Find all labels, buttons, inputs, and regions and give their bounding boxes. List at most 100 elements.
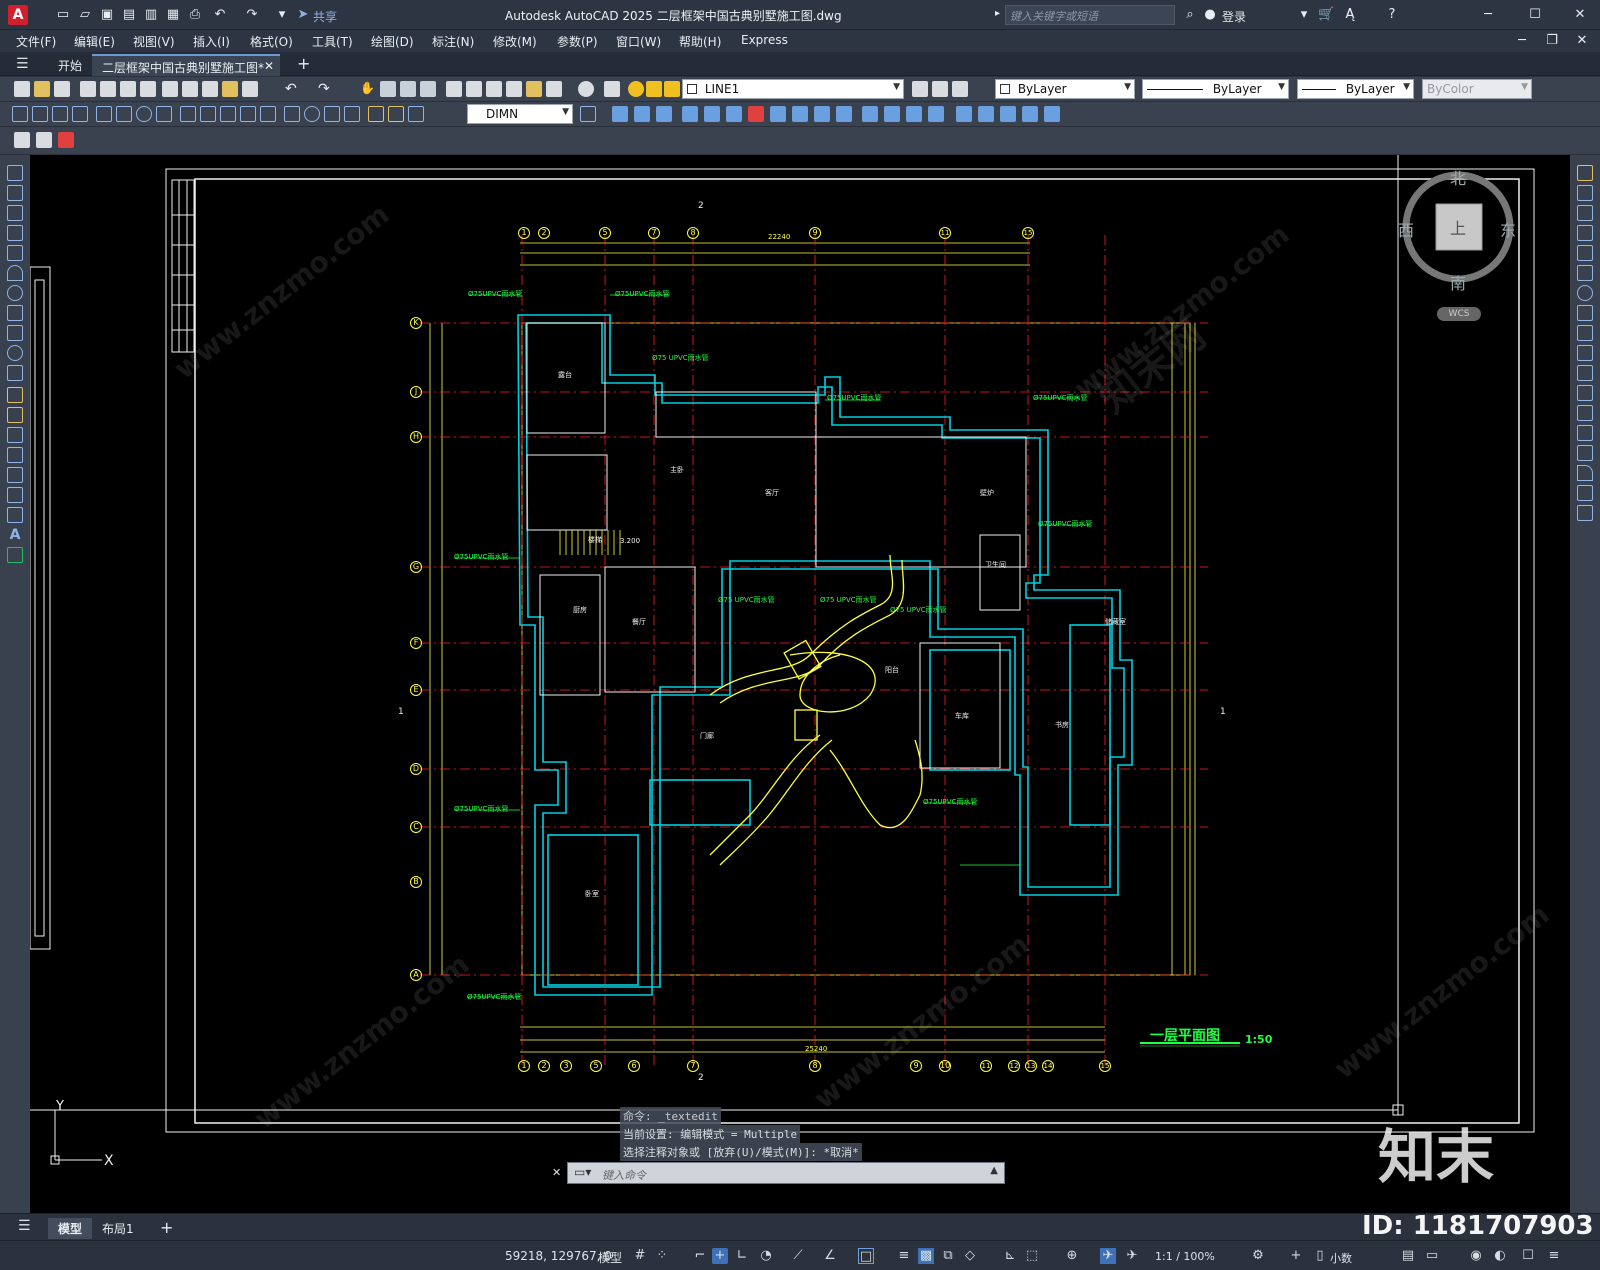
- doc-close-button[interactable]: ✕: [1572, 31, 1592, 51]
- dynamic-ucs-icon[interactable]: ⊾: [1002, 1248, 1018, 1264]
- customize-icon[interactable]: ≡: [1546, 1248, 1562, 1264]
- login-dropdown-icon[interactable]: ▾: [1296, 7, 1312, 23]
- menu-help[interactable]: 帮助(H): [679, 33, 721, 50]
- menu-view[interactable]: 视图(V): [133, 33, 175, 50]
- gizmo-icon[interactable]: ⊕: [1064, 1248, 1080, 1264]
- close-command-icon[interactable]: ✕: [552, 1166, 561, 1179]
- menu-tools[interactable]: 工具(T): [312, 33, 353, 50]
- search-icon[interactable]: ⌕: [1182, 7, 1198, 23]
- open-web-icon[interactable]: ▥: [143, 7, 159, 23]
- dim-edit-icon[interactable]: [368, 106, 384, 122]
- menu-format[interactable]: 格式(O): [250, 33, 293, 50]
- trim-icon[interactable]: [1577, 345, 1593, 361]
- viewcube-west[interactable]: 西: [1398, 217, 1414, 241]
- osnap-icon[interactable]: □: [858, 1248, 874, 1264]
- layer-unlock-icon[interactable]: [664, 81, 680, 97]
- ordinate-icon[interactable]: [72, 106, 88, 122]
- ellipse-arc-icon[interactable]: [7, 365, 23, 381]
- make-block-icon[interactable]: [7, 407, 23, 423]
- layout-icon[interactable]: [36, 132, 52, 148]
- stretch-icon[interactable]: [1577, 325, 1593, 341]
- erase-icon[interactable]: [748, 106, 764, 122]
- close-button[interactable]: ✕: [1570, 5, 1590, 25]
- circle-icon[interactable]: [7, 285, 23, 301]
- polygon-icon[interactable]: [7, 225, 23, 241]
- tab-start[interactable]: 开始: [48, 54, 92, 76]
- scale-icon[interactable]: [1577, 305, 1593, 321]
- blend-icon[interactable]: [1577, 485, 1593, 501]
- spline-icon[interactable]: [7, 325, 23, 341]
- array-icon[interactable]: [682, 106, 698, 122]
- extend-icon[interactable]: [1577, 365, 1593, 381]
- doc-minimize-button[interactable]: ─: [1512, 31, 1532, 51]
- arc-icon[interactable]: [7, 265, 23, 281]
- dynamic-input-icon[interactable]: +: [712, 1248, 728, 1264]
- angular-icon[interactable]: [156, 106, 172, 122]
- layer-thaw-icon[interactable]: [646, 81, 662, 97]
- copy-obj-icon[interactable]: [612, 106, 628, 122]
- viewcube-top[interactable]: 上: [1450, 215, 1466, 239]
- autodesk-account-icon[interactable]: Ą: [1342, 7, 1358, 23]
- tab-current-drawing[interactable]: 二层框架中国古典别墅施工图* ✕: [92, 54, 280, 76]
- open-icon[interactable]: [34, 81, 50, 97]
- offset-icon[interactable]: [656, 106, 672, 122]
- ellipse-icon[interactable]: [7, 345, 23, 361]
- hatch-edit-icon[interactable]: [1022, 106, 1038, 122]
- share-icon[interactable]: ➤: [295, 7, 311, 23]
- layer-dropdown[interactable]: LINE1 ▼: [682, 79, 904, 99]
- infer-icon[interactable]: ⌐: [692, 1248, 708, 1264]
- diameter-icon[interactable]: [136, 106, 152, 122]
- undo-icon[interactable]: ↶: [285, 81, 301, 97]
- dimstyle-dropdown[interactable]: DIMN ▼: [467, 104, 573, 124]
- mtext-icon[interactable]: A: [7, 527, 23, 543]
- color-dropdown[interactable]: ByLayer ▼: [995, 79, 1135, 99]
- lineweight-icon[interactable]: ≡: [896, 1248, 912, 1264]
- region-icon[interactable]: [7, 487, 23, 503]
- table-icon[interactable]: [7, 507, 23, 523]
- make-current-icon[interactable]: [912, 81, 928, 97]
- auto-scale-icon[interactable]: ✈: [1124, 1248, 1140, 1264]
- copy-icon[interactable]: [182, 81, 198, 97]
- fillet-icon[interactable]: [1577, 465, 1593, 481]
- chamfer-icon[interactable]: [906, 106, 922, 122]
- units-value[interactable]: 小数: [1330, 1250, 1352, 1266]
- login-link[interactable]: 登录: [1222, 8, 1246, 25]
- add-icon[interactable]: +: [1288, 1248, 1304, 1264]
- line-icon[interactable]: [7, 165, 23, 181]
- fillet-icon[interactable]: [928, 106, 944, 122]
- break-at-point-icon[interactable]: [1577, 385, 1593, 401]
- user-icon[interactable]: ●: [1202, 7, 1218, 23]
- aligned-dim-icon[interactable]: [32, 106, 48, 122]
- trim-icon[interactable]: [814, 106, 830, 122]
- lineweight-dropdown[interactable]: ByLayer ▼: [1297, 79, 1414, 99]
- menu-dimension[interactable]: 标注(N): [432, 33, 474, 50]
- grid-icon[interactable]: #: [632, 1248, 648, 1264]
- open-file-icon[interactable]: ▱: [77, 7, 93, 23]
- array-icon[interactable]: [1577, 245, 1593, 261]
- plotstyle-dropdown[interactable]: ByColor ▼: [1422, 79, 1532, 99]
- menu-modify[interactable]: 修改(M): [493, 33, 537, 50]
- match-properties-icon[interactable]: [222, 81, 238, 97]
- polyline-icon[interactable]: [7, 205, 23, 221]
- command-prompt-icon[interactable]: ▭▾: [574, 1165, 591, 1179]
- spline-edit-icon[interactable]: [1000, 106, 1016, 122]
- layer-properties-icon[interactable]: [604, 81, 620, 97]
- center-mark-icon[interactable]: [304, 106, 320, 122]
- command-input-box[interactable]: ✕ ▭▾ 键入命令 ▲: [552, 1162, 1005, 1184]
- menu-draw[interactable]: 绘图(D): [371, 33, 414, 50]
- pedit-icon[interactable]: [978, 106, 994, 122]
- polar-icon[interactable]: ◔: [758, 1248, 774, 1264]
- join-icon[interactable]: [884, 106, 900, 122]
- jogged-icon[interactable]: [116, 106, 132, 122]
- workspace-gear-icon[interactable]: ⚙: [1250, 1248, 1266, 1264]
- hatch-icon[interactable]: [7, 447, 23, 463]
- preview-icon[interactable]: [100, 81, 116, 97]
- baseline-icon[interactable]: [200, 106, 216, 122]
- explode-icon[interactable]: [956, 106, 972, 122]
- plot-icon[interactable]: [80, 81, 96, 97]
- add-layout-button[interactable]: +: [150, 1218, 183, 1239]
- dim-update-icon[interactable]: [408, 106, 424, 122]
- stretch-icon[interactable]: [792, 106, 808, 122]
- scale-icon[interactable]: [770, 106, 786, 122]
- layer-tool-icon[interactable]: [58, 132, 74, 148]
